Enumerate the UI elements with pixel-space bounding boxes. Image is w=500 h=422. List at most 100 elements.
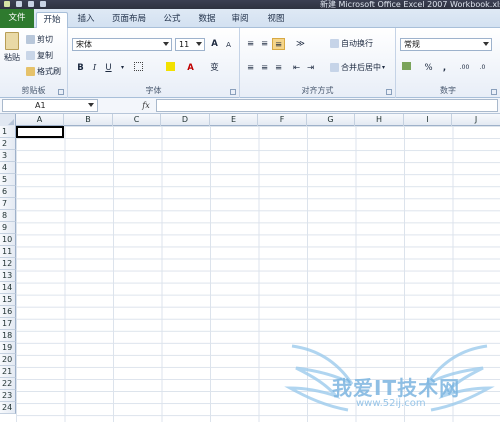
- undo-icon[interactable]: [28, 1, 34, 7]
- align-bottom-icon[interactable]: ≡: [272, 38, 285, 50]
- row-header[interactable]: 3: [0, 150, 16, 162]
- select-all-button[interactable]: [0, 114, 16, 126]
- row-header[interactable]: 22: [0, 378, 16, 390]
- window-title: 新建 Microsoft Office Excel 2007 Workbook.…: [320, 0, 500, 9]
- row-header[interactable]: 2: [0, 138, 16, 150]
- row-header[interactable]: 6: [0, 186, 16, 198]
- column-headers: A B C D E F G H I J: [0, 114, 500, 126]
- column-header[interactable]: J: [452, 114, 500, 126]
- borders-button[interactable]: [132, 62, 145, 74]
- watermark: 我爱IT技术网 www.52ij.com: [282, 340, 497, 418]
- tab-review[interactable]: 审阅: [226, 12, 254, 28]
- align-center-icon[interactable]: ≡: [258, 62, 271, 74]
- comma-button[interactable]: ,: [438, 62, 451, 74]
- underline-button[interactable]: U: [102, 62, 115, 74]
- formula-input[interactable]: [156, 99, 498, 112]
- row-header[interactable]: 15: [0, 294, 16, 306]
- alignment-launcher-icon[interactable]: [386, 89, 392, 95]
- font-name-select[interactable]: 宋体: [72, 38, 172, 51]
- increase-indent-icon[interactable]: ⇥: [304, 62, 317, 74]
- row-header[interactable]: 21: [0, 366, 16, 378]
- save-icon[interactable]: [16, 1, 22, 7]
- increase-decimal-icon[interactable]: .00: [458, 62, 471, 74]
- bold-button[interactable]: B: [74, 62, 87, 74]
- column-header[interactable]: G: [307, 114, 355, 126]
- row-header[interactable]: 10: [0, 234, 16, 246]
- active-cell-a1[interactable]: [16, 126, 64, 138]
- row-header[interactable]: 11: [0, 246, 16, 258]
- row-header[interactable]: 17: [0, 318, 16, 330]
- row-header[interactable]: 7: [0, 198, 16, 210]
- column-header[interactable]: A: [16, 114, 64, 126]
- font-color-button[interactable]: A: [184, 62, 197, 74]
- chevron-down-icon: [163, 42, 169, 46]
- align-right-icon[interactable]: ≡: [272, 62, 285, 74]
- column-header[interactable]: H: [355, 114, 404, 126]
- row-header[interactable]: 24: [0, 402, 16, 414]
- tab-page-layout[interactable]: 页面布局: [107, 12, 151, 28]
- wrap-text-label: 自动换行: [341, 39, 373, 48]
- paste-button[interactable]: 粘贴: [2, 32, 22, 63]
- phonetic-button[interactable]: 变: [208, 62, 221, 74]
- grow-font-button[interactable]: A: [208, 38, 221, 50]
- currency-format-icon: [402, 62, 411, 70]
- column-header[interactable]: B: [64, 114, 113, 126]
- copy-label: 复制: [37, 51, 53, 60]
- percent-button[interactable]: %: [422, 62, 435, 74]
- chevron-down-icon[interactable]: ▾: [116, 62, 129, 74]
- row-header[interactable]: 12: [0, 258, 16, 270]
- redo-icon[interactable]: [40, 1, 46, 7]
- cut-button[interactable]: 剪切: [26, 34, 53, 45]
- fill-color-button[interactable]: [164, 62, 177, 74]
- row-header[interactable]: 1: [0, 126, 16, 138]
- align-left-icon[interactable]: ≡: [244, 62, 257, 74]
- insert-function-button[interactable]: fx: [138, 99, 154, 112]
- orientation-icon[interactable]: ≫: [294, 38, 307, 50]
- italic-button[interactable]: I: [88, 62, 101, 74]
- row-header[interactable]: 14: [0, 282, 16, 294]
- row-header[interactable]: 20: [0, 354, 16, 366]
- clipboard-launcher-icon[interactable]: [58, 89, 64, 95]
- decrease-decimal-icon[interactable]: .0: [476, 62, 489, 74]
- tab-file[interactable]: 文件: [0, 9, 34, 28]
- copy-button[interactable]: 复制: [26, 50, 53, 61]
- tab-formulas[interactable]: 公式: [158, 12, 186, 28]
- row-header[interactable]: 8: [0, 210, 16, 222]
- chevron-down-icon: [88, 103, 94, 107]
- row-header[interactable]: 18: [0, 330, 16, 342]
- number-format-select[interactable]: 常规: [400, 38, 492, 51]
- column-header[interactable]: D: [161, 114, 210, 126]
- merge-center-label: 合并后居中: [341, 63, 381, 72]
- font-launcher-icon[interactable]: [230, 89, 236, 95]
- align-middle-icon[interactable]: ≡: [258, 38, 271, 50]
- font-size-select[interactable]: 11: [175, 38, 205, 51]
- row-header[interactable]: 23: [0, 390, 16, 402]
- clipboard-group-label: 剪贴板: [21, 86, 46, 95]
- tab-home[interactable]: 开始: [36, 12, 68, 28]
- tab-insert[interactable]: 插入: [72, 12, 100, 28]
- row-header[interactable]: 13: [0, 270, 16, 282]
- name-box[interactable]: A1: [2, 99, 98, 112]
- align-top-icon[interactable]: ≡: [244, 38, 257, 50]
- shrink-font-button[interactable]: A: [222, 39, 235, 51]
- column-header[interactable]: C: [113, 114, 161, 126]
- tab-view[interactable]: 视图: [262, 12, 290, 28]
- column-header[interactable]: E: [210, 114, 258, 126]
- tab-data[interactable]: 数据: [193, 12, 221, 28]
- column-header[interactable]: I: [404, 114, 452, 126]
- ribbon-tabs: 文件 开始 插入 页面布局 公式 数据 审阅 视图: [0, 9, 500, 28]
- format-painter-button[interactable]: 格式刷: [26, 66, 61, 77]
- wrap-text-button[interactable]: 自动换行: [330, 38, 373, 49]
- row-header[interactable]: 19: [0, 342, 16, 354]
- currency-icon[interactable]: [400, 62, 413, 74]
- row-header[interactable]: 9: [0, 222, 16, 234]
- excel-logo-icon: [4, 1, 10, 7]
- row-header[interactable]: 16: [0, 306, 16, 318]
- row-header[interactable]: 5: [0, 174, 16, 186]
- quick-access-toolbar[interactable]: [0, 0, 52, 9]
- decrease-indent-icon[interactable]: ⇤: [290, 62, 303, 74]
- column-header[interactable]: F: [258, 114, 307, 126]
- row-header[interactable]: 4: [0, 162, 16, 174]
- number-launcher-icon[interactable]: [491, 89, 497, 95]
- merge-center-button[interactable]: 合并后居中 ▾: [330, 62, 385, 73]
